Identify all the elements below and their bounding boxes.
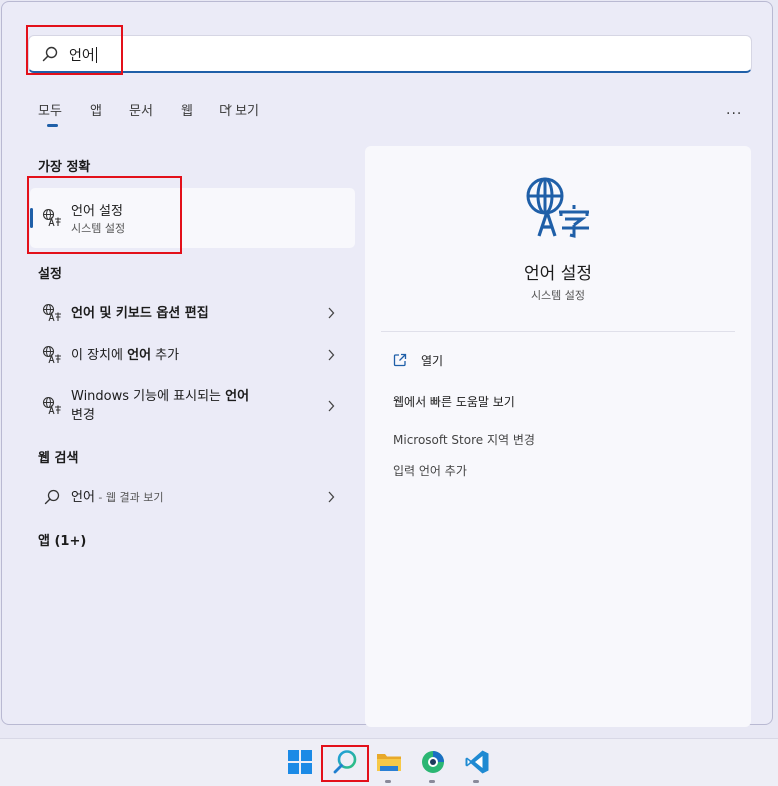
- search-icon: [333, 750, 357, 774]
- running-indicator: [473, 780, 479, 783]
- detail-title: 언어 설정: [524, 264, 592, 284]
- web-search-item[interactable]: 언어 - 웹 결과 보기: [30, 478, 355, 516]
- settings-item-add-language[interactable]: 이 장치에 언어 추가: [30, 336, 355, 374]
- best-match-subtitle: 시스템 설정: [71, 222, 126, 235]
- running-indicator: [385, 780, 391, 783]
- section-web-search: 웹 검색: [38, 451, 79, 466]
- tab-apps[interactable]: 앱: [90, 100, 102, 119]
- running-indicator: [429, 780, 435, 783]
- taskbar: [0, 738, 778, 786]
- windows-start-icon: [288, 750, 312, 774]
- divider: [381, 331, 735, 332]
- settings-item-edit-language-keyboard[interactable]: 언어 및 키보드 옵션 편집: [30, 294, 355, 332]
- best-match-item[interactable]: 언어 설정 시스템 설정: [30, 188, 355, 248]
- settings-item-label: 언어 및 키보드 옵션 편집: [71, 306, 209, 321]
- best-match-title: 언어 설정: [71, 204, 123, 219]
- section-best-match: 가장 정확: [38, 160, 91, 175]
- file-explorer-button[interactable]: [368, 739, 408, 786]
- language-settings-icon: [42, 208, 61, 227]
- vscode-button[interactable]: [456, 739, 496, 786]
- selection-indicator: [30, 208, 33, 228]
- browser-icon: [422, 751, 444, 773]
- tab-all[interactable]: 모두: [38, 100, 62, 119]
- settings-item-change-windows-language[interactable]: Windows 기능에 표시되는 언어 변경: [30, 378, 355, 434]
- start-search-panel: 언어 모두 앱 문서 웹 더 보기 ... 가장 정확 언어 설정 시스템 설정…: [1, 1, 773, 727]
- open-external-icon: [393, 353, 407, 367]
- section-settings: 설정: [38, 267, 62, 282]
- language-settings-icon: [42, 396, 61, 415]
- more-options-button[interactable]: ...: [726, 102, 742, 118]
- web-search-label: 언어 - 웹 결과 보기: [71, 490, 164, 505]
- taskbar-search-button[interactable]: [324, 739, 364, 786]
- search-icon: [42, 46, 58, 62]
- start-button[interactable]: [279, 739, 319, 786]
- tab-more-label: 더 보기: [219, 104, 260, 119]
- file-explorer-icon: [377, 754, 401, 771]
- section-apps[interactable]: 앱 (1+): [38, 530, 86, 549]
- search-query: 언어: [69, 47, 97, 64]
- chevron-right-icon: [328, 307, 335, 319]
- active-tab-indicator: [47, 124, 58, 127]
- action-change-store-region[interactable]: Microsoft Store 지역 변경: [393, 431, 535, 448]
- chevron-right-icon: [328, 400, 335, 412]
- action-web-help[interactable]: 웹에서 빠른 도움말 보기: [393, 393, 515, 410]
- language-settings-icon: [526, 177, 589, 238]
- tab-more[interactable]: 더 보기: [219, 100, 259, 119]
- settings-item-label: Windows 기능에 표시되는 언어 변경: [71, 389, 250, 423]
- settings-item-label: 이 장치에 언어 추가: [71, 348, 180, 363]
- action-add-input-language[interactable]: 입력 언어 추가: [393, 462, 467, 479]
- language-settings-icon: [42, 303, 61, 322]
- detail-panel: 언어 설정 시스템 설정 열기 웹에서 빠른 도움말 보기 Microsoft …: [365, 146, 751, 727]
- tab-web[interactable]: 웹: [181, 100, 193, 119]
- search-icon: [44, 489, 60, 505]
- language-settings-icon: [42, 345, 61, 364]
- detail-subtitle: 시스템 설정: [530, 289, 586, 302]
- search-input[interactable]: 언어: [28, 35, 752, 73]
- chevron-right-icon: [328, 491, 335, 503]
- vscode-icon: [465, 750, 489, 774]
- browser-button[interactable]: [412, 739, 452, 786]
- tab-documents[interactable]: 문서: [129, 100, 153, 119]
- action-open[interactable]: 열기: [421, 352, 443, 369]
- chevron-right-icon: [328, 349, 335, 361]
